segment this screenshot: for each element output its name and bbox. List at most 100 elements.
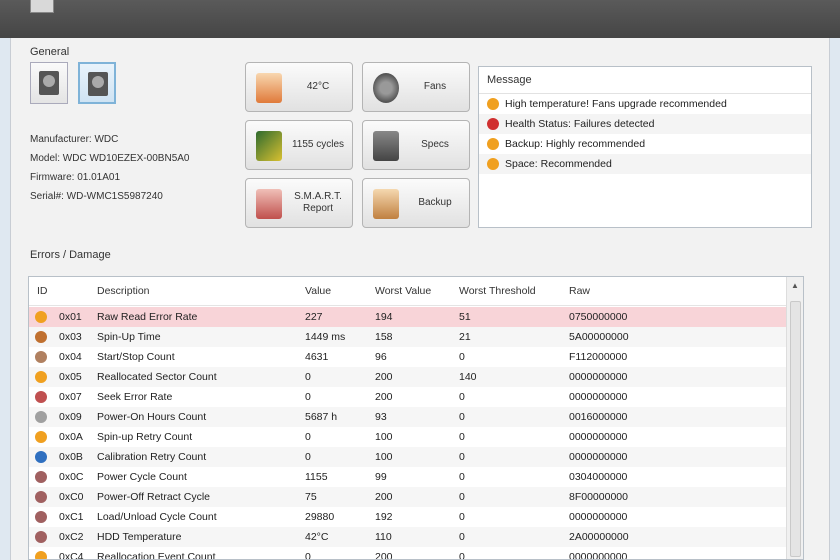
- attribute-status-icon: [35, 411, 47, 423]
- table-row[interactable]: 0x0A Spin-up Retry Count 0 100 0 0000000000: [29, 427, 789, 447]
- table-row[interactable]: 0xC2 HDD Temperature 42°C 110 0 2A00000000: [29, 527, 789, 547]
- cell-description: Reallocation Event Count: [97, 551, 216, 560]
- errors-table: ID Description Value Worst Value Worst T…: [28, 276, 804, 560]
- message-item[interactable]: Backup: Highly recommended: [479, 134, 811, 154]
- drive-button-2[interactable]: [78, 62, 116, 104]
- firmware-info: Firmware: 01.01A01: [30, 172, 121, 183]
- power-cycles-button[interactable]: 1155 cycles: [245, 120, 353, 170]
- table-row[interactable]: 0x0B Calibration Retry Count 0 100 0 00000000…: [29, 447, 789, 467]
- cell-description: Raw Read Error Rate: [97, 311, 198, 323]
- hdd-icon: [88, 72, 108, 96]
- backup-icon: [373, 189, 399, 219]
- cell-worst-value: 99: [375, 471, 387, 483]
- message-panel: Message High temperature! Fans upgrade r…: [478, 66, 812, 228]
- table-row[interactable]: 0x04 Start/Stop Count 4631 96 0 F112000000: [29, 347, 789, 367]
- smart-report-button[interactable]: S.M.A.R.T. Report: [245, 178, 353, 228]
- cell-worst-value: 158: [375, 331, 393, 343]
- table-row[interactable]: 0xC0 Power-Off Retract Cycle 75 200 0 8F00000…: [29, 487, 789, 507]
- column-header-id[interactable]: ID: [37, 277, 48, 305]
- attribute-status-icon: [35, 551, 47, 559]
- cell-description: Calibration Retry Count: [97, 451, 207, 463]
- attribute-status-icon: [35, 531, 47, 543]
- table-row[interactable]: 0x01 Raw Read Error Rate 227 194 51 075000000…: [29, 307, 789, 327]
- cell-description: Power-Off Retract Cycle: [97, 491, 211, 503]
- cell-description: Reallocated Sector Count: [97, 371, 217, 383]
- message-text: Health Status: Failures detected: [505, 118, 655, 130]
- table-header: ID Description Value Worst Value Worst T…: [29, 277, 789, 306]
- attribute-status-icon: [35, 431, 47, 443]
- cell-worst-value: 100: [375, 451, 393, 463]
- cell-id: 0x07: [59, 391, 82, 403]
- cell-description: Start/Stop Count: [97, 351, 175, 363]
- general-group-label: General: [30, 46, 70, 58]
- attribute-status-icon: [35, 471, 47, 483]
- cell-id: 0xC4: [59, 551, 84, 560]
- cell-worst-value: 200: [375, 551, 393, 560]
- backup-label: Backup: [418, 197, 452, 208]
- error-icon: [487, 118, 499, 131]
- drive-button-1[interactable]: [30, 62, 68, 104]
- column-header-description[interactable]: Description: [97, 277, 150, 305]
- attribute-status-icon: [35, 331, 47, 343]
- app-icon: [30, 0, 54, 13]
- cell-description: Power-On Hours Count: [97, 411, 207, 423]
- message-text: Backup: Highly recommended: [505, 138, 646, 150]
- table-row[interactable]: 0x0C Power Cycle Count 1155 99 0 0304000000: [29, 467, 789, 487]
- cell-raw: 0000000000: [569, 451, 628, 463]
- message-item[interactable]: High temperature! Fans upgrade recommend…: [479, 94, 811, 114]
- table-row[interactable]: 0x09 Power-On Hours Count 5687 h 93 0 0016000…: [29, 407, 789, 427]
- table-row[interactable]: 0x03 Spin-Up Time 1449 ms 158 21 5A00000000: [29, 327, 789, 347]
- attribute-status-icon: [35, 311, 47, 323]
- warning-bulb-icon: [487, 158, 499, 171]
- serial-info: Serial#: WD-WMC1S5987240: [30, 191, 163, 202]
- column-header-raw[interactable]: Raw: [569, 277, 590, 305]
- manufacturer-info: Manufacturer: WDC: [30, 134, 119, 145]
- column-header-worst-value[interactable]: Worst Value: [375, 277, 431, 305]
- message-header: Message: [479, 67, 811, 94]
- table-row[interactable]: 0x07 Seek Error Rate 0 200 0 0000000000: [29, 387, 789, 407]
- cell-value: 4631: [305, 351, 329, 363]
- cell-id: 0x05: [59, 371, 82, 383]
- cell-id: 0xC1: [59, 511, 84, 523]
- cell-worst-threshold: 0: [459, 531, 465, 543]
- cell-worst-threshold: 0: [459, 451, 465, 463]
- cell-value: 5687 h: [305, 411, 338, 423]
- cell-description: Spin-Up Time: [97, 331, 161, 343]
- table-row[interactable]: 0x05 Reallocated Sector Count 0 200 140 00000…: [29, 367, 789, 387]
- table-row[interactable]: 0xC4 Reallocation Event Count 0 200 0 0000000…: [29, 547, 789, 560]
- cell-value: 0: [305, 431, 311, 443]
- errors-group-label: Errors / Damage: [30, 249, 111, 261]
- column-header-value[interactable]: Value: [305, 277, 331, 305]
- cell-value: 1155: [305, 471, 328, 483]
- table-row[interactable]: 0xC1 Load/Unload Cycle Count 29880 192 0 0000…: [29, 507, 789, 527]
- cell-raw: F112000000: [569, 351, 628, 363]
- message-item[interactable]: Health Status: Failures detected: [479, 114, 811, 134]
- cell-worst-threshold: 0: [459, 551, 465, 560]
- attribute-status-icon: [35, 451, 47, 463]
- vertical-scrollbar[interactable]: ▲: [786, 277, 803, 559]
- scroll-thumb[interactable]: [790, 301, 801, 557]
- cell-value: 1449 ms: [305, 331, 346, 343]
- fans-button[interactable]: Fans: [362, 62, 470, 112]
- cell-id: 0x03: [59, 331, 82, 343]
- cell-raw: 0000000000: [569, 511, 628, 523]
- cell-id: 0x09: [59, 411, 82, 423]
- specs-button[interactable]: Specs: [362, 120, 470, 170]
- cell-worst-threshold: 21: [459, 331, 471, 343]
- cell-worst-value: 194: [375, 311, 393, 323]
- attribute-status-icon: [35, 511, 47, 523]
- backup-button[interactable]: Backup: [362, 178, 470, 228]
- fans-label: Fans: [423, 81, 447, 92]
- thermometer-icon: [256, 73, 282, 103]
- cell-value: 0: [305, 391, 311, 403]
- cell-value: 0: [305, 371, 311, 383]
- cell-raw: 2A00000000: [569, 531, 629, 543]
- temperature-button[interactable]: 42°C: [245, 62, 353, 112]
- cell-description: Seek Error Rate: [97, 391, 173, 403]
- cell-worst-value: 192: [375, 511, 393, 523]
- column-header-worst-threshold[interactable]: Worst Threshold: [459, 277, 536, 305]
- attribute-status-icon: [35, 491, 47, 503]
- scroll-up-icon[interactable]: ▲: [787, 279, 803, 293]
- message-item[interactable]: Space: Recommended: [479, 154, 811, 174]
- message-text: Space: Recommended: [505, 158, 612, 170]
